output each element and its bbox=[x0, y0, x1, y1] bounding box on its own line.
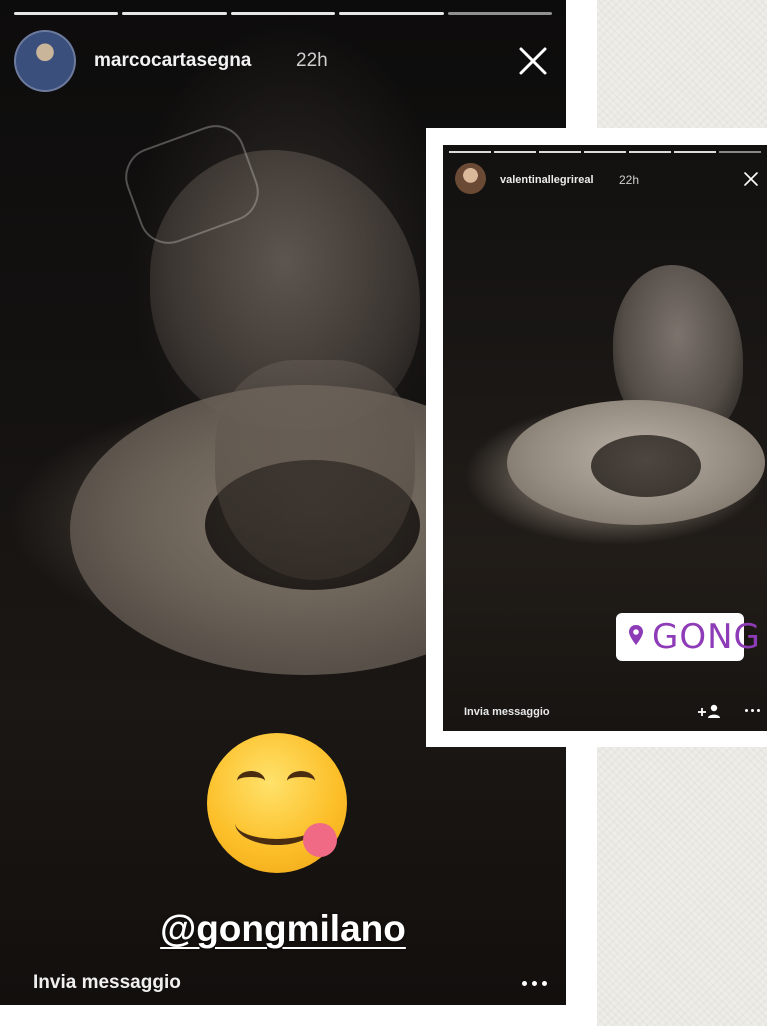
location-label: GONG bbox=[652, 617, 761, 657]
progress-segment bbox=[14, 12, 119, 15]
avatar[interactable] bbox=[455, 163, 486, 194]
location-sticker[interactable]: GONG bbox=[616, 613, 760, 661]
close-icon[interactable] bbox=[516, 44, 550, 78]
timestamp: 22h bbox=[619, 173, 640, 187]
story-progress-bar bbox=[449, 151, 761, 153]
location-pin-icon bbox=[628, 624, 644, 651]
progress-segment bbox=[584, 151, 626, 153]
story-inset: valentinallegrireal 22h GONG Invia messa… bbox=[443, 145, 767, 731]
add-user-icon[interactable] bbox=[696, 703, 724, 719]
emoji-tongue bbox=[303, 823, 337, 857]
photo-glass bbox=[215, 360, 415, 580]
progress-segment bbox=[674, 151, 716, 153]
inset-frame: valentinallegrireal 22h GONG Invia messa… bbox=[426, 128, 767, 747]
progress-segment bbox=[339, 12, 444, 15]
mention-sticker[interactable]: @gongmilano bbox=[0, 908, 566, 950]
face-savoring-food-emoji bbox=[207, 733, 347, 873]
timestamp: 22h bbox=[296, 50, 328, 71]
more-options-icon[interactable] bbox=[520, 975, 550, 991]
progress-segment bbox=[447, 12, 553, 15]
avatar[interactable] bbox=[14, 30, 76, 92]
story-progress-bar bbox=[14, 12, 553, 15]
progress-segment bbox=[449, 151, 491, 153]
reply-input[interactable]: Invia messaggio bbox=[33, 972, 181, 994]
close-icon[interactable] bbox=[743, 171, 759, 187]
username[interactable]: marcocartasegna bbox=[94, 50, 251, 72]
progress-segment bbox=[494, 151, 536, 153]
photo-plate-well bbox=[591, 435, 701, 497]
emoji-eye bbox=[287, 771, 315, 791]
progress-segment bbox=[539, 151, 581, 153]
progress-segment bbox=[122, 12, 227, 15]
progress-segment bbox=[230, 12, 336, 15]
username[interactable]: valentinallegrireal bbox=[500, 174, 594, 186]
progress-segment bbox=[719, 151, 761, 153]
more-options-icon[interactable] bbox=[744, 707, 760, 715]
emoji-eye bbox=[237, 771, 265, 791]
reply-input[interactable]: Invia messaggio bbox=[464, 706, 550, 718]
progress-segment bbox=[629, 151, 671, 153]
